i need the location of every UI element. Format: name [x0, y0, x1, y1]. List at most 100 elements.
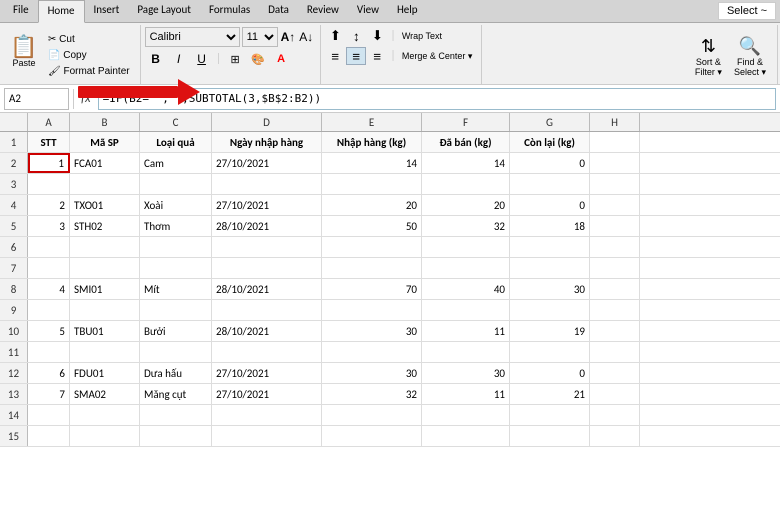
cell[interactable] — [212, 237, 322, 257]
cell[interactable]: TXO01 — [70, 195, 140, 215]
cell[interactable]: Thơm — [140, 216, 212, 236]
cell[interactable]: Dưa hấu — [140, 363, 212, 383]
cell[interactable]: Bưởi — [140, 321, 212, 341]
cell[interactable] — [590, 426, 640, 446]
cell[interactable] — [590, 363, 640, 383]
row-num[interactable]: 13 — [0, 384, 28, 404]
cell[interactable] — [322, 237, 422, 257]
cell[interactable] — [140, 300, 212, 320]
cell[interactable]: Đã bán (kg) — [422, 132, 510, 152]
col-header-f[interactable]: F — [422, 113, 510, 131]
tab-file[interactable]: File — [4, 0, 38, 22]
row-num[interactable]: 15 — [0, 426, 28, 446]
cell[interactable] — [590, 258, 640, 278]
sort-filter-button[interactable]: ⇅ Sort &Filter ▾ — [690, 33, 727, 77]
cell[interactable]: 0 — [510, 195, 590, 215]
cell[interactable] — [590, 153, 640, 173]
cell[interactable]: 11 — [422, 384, 510, 404]
cell[interactable] — [140, 258, 212, 278]
cell[interactable]: 50 — [322, 216, 422, 236]
tab-data[interactable]: Data — [259, 0, 298, 22]
cell[interactable]: Nhập hàng (kg) — [322, 132, 422, 152]
cell[interactable]: 18 — [510, 216, 590, 236]
cell[interactable]: Xoài — [140, 195, 212, 215]
cell[interactable] — [422, 426, 510, 446]
cell[interactable] — [510, 258, 590, 278]
cell[interactable] — [590, 342, 640, 362]
align-left-button[interactable]: ≡ — [325, 47, 345, 65]
cell[interactable]: Ngày nhập hàng — [212, 132, 322, 152]
cell[interactable]: SMA02 — [70, 384, 140, 404]
cell[interactable] — [322, 300, 422, 320]
cell[interactable] — [212, 405, 322, 425]
cell[interactable]: STT — [28, 132, 70, 152]
cell[interactable]: 28/10/2021 — [212, 321, 322, 341]
cell[interactable] — [140, 174, 212, 194]
align-center-button[interactable]: ≡ — [346, 47, 366, 65]
cell[interactable]: 7 — [28, 384, 70, 404]
cell[interactable] — [322, 426, 422, 446]
row-num[interactable]: 7 — [0, 258, 28, 278]
row-num[interactable]: 4 — [0, 195, 28, 215]
cell[interactable] — [140, 426, 212, 446]
cell[interactable] — [590, 174, 640, 194]
row-num[interactable]: 11 — [0, 342, 28, 362]
cell[interactable]: 40 — [422, 279, 510, 299]
cell[interactable]: 32 — [322, 384, 422, 404]
cell[interactable] — [510, 174, 590, 194]
cell[interactable]: 30 — [322, 321, 422, 341]
tab-review[interactable]: Review — [298, 0, 348, 22]
format-painter-button[interactable]: 🖌 Format Painter — [44, 64, 134, 79]
find-select-button[interactable]: 🔍 Find &Select ▾ — [729, 33, 771, 77]
copy-button[interactable]: 📄 Copy — [44, 48, 134, 63]
cell[interactable] — [28, 258, 70, 278]
cell[interactable]: 2 — [28, 195, 70, 215]
cell[interactable]: 27/10/2021 — [212, 195, 322, 215]
cell[interactable]: TBU01 — [70, 321, 140, 341]
cell[interactable] — [70, 237, 140, 257]
cell[interactable] — [590, 237, 640, 257]
cell[interactable]: FCA01 — [70, 153, 140, 173]
cell[interactable]: FDU01 — [70, 363, 140, 383]
col-header-h[interactable]: H — [590, 113, 640, 131]
row-num[interactable]: 10 — [0, 321, 28, 341]
align-right-button[interactable]: ≡ — [367, 47, 387, 65]
cell[interactable]: 11 — [422, 321, 510, 341]
cell[interactable]: 20 — [422, 195, 510, 215]
cell[interactable]: Mít — [140, 279, 212, 299]
cell[interactable]: STH02 — [70, 216, 140, 236]
cell[interactable] — [590, 321, 640, 341]
cell[interactable]: 30 — [422, 363, 510, 383]
align-top-button[interactable]: ⬆ — [325, 27, 345, 45]
wrap-text-button[interactable]: Wrap Text — [399, 30, 445, 42]
cell[interactable] — [590, 300, 640, 320]
font-size-select[interactable]: 11 — [242, 27, 278, 47]
cell[interactable]: SMI01 — [70, 279, 140, 299]
cell[interactable]: 30 — [510, 279, 590, 299]
cell[interactable] — [70, 174, 140, 194]
cell[interactable] — [212, 342, 322, 362]
row-num[interactable]: 9 — [0, 300, 28, 320]
cell[interactable]: 27/10/2021 — [212, 384, 322, 404]
cell[interactable]: Còn lại (kg) — [510, 132, 590, 152]
tab-formulas[interactable]: Formulas — [200, 0, 259, 22]
cell[interactable] — [422, 174, 510, 194]
borders-button[interactable]: ⊞ — [224, 49, 246, 69]
cell[interactable] — [70, 258, 140, 278]
col-header-d[interactable]: D — [212, 113, 322, 131]
cell[interactable]: Loại quả — [140, 132, 212, 152]
row-num[interactable]: 1 — [0, 132, 28, 152]
cell[interactable]: 14 — [422, 153, 510, 173]
col-header-a[interactable]: A — [28, 113, 70, 131]
cell[interactable]: 70 — [322, 279, 422, 299]
cell[interactable] — [590, 195, 640, 215]
col-header-c[interactable]: C — [140, 113, 212, 131]
cell[interactable] — [28, 174, 70, 194]
cell[interactable] — [212, 426, 322, 446]
decrease-font-button[interactable]: A↓ — [298, 29, 314, 45]
cell[interactable] — [28, 342, 70, 362]
cell[interactable]: 6 — [28, 363, 70, 383]
select-tilde-button[interactable]: Select ~ — [718, 2, 776, 20]
cell[interactable] — [140, 237, 212, 257]
merge-center-button[interactable]: Merge & Center ▾ — [399, 50, 476, 63]
